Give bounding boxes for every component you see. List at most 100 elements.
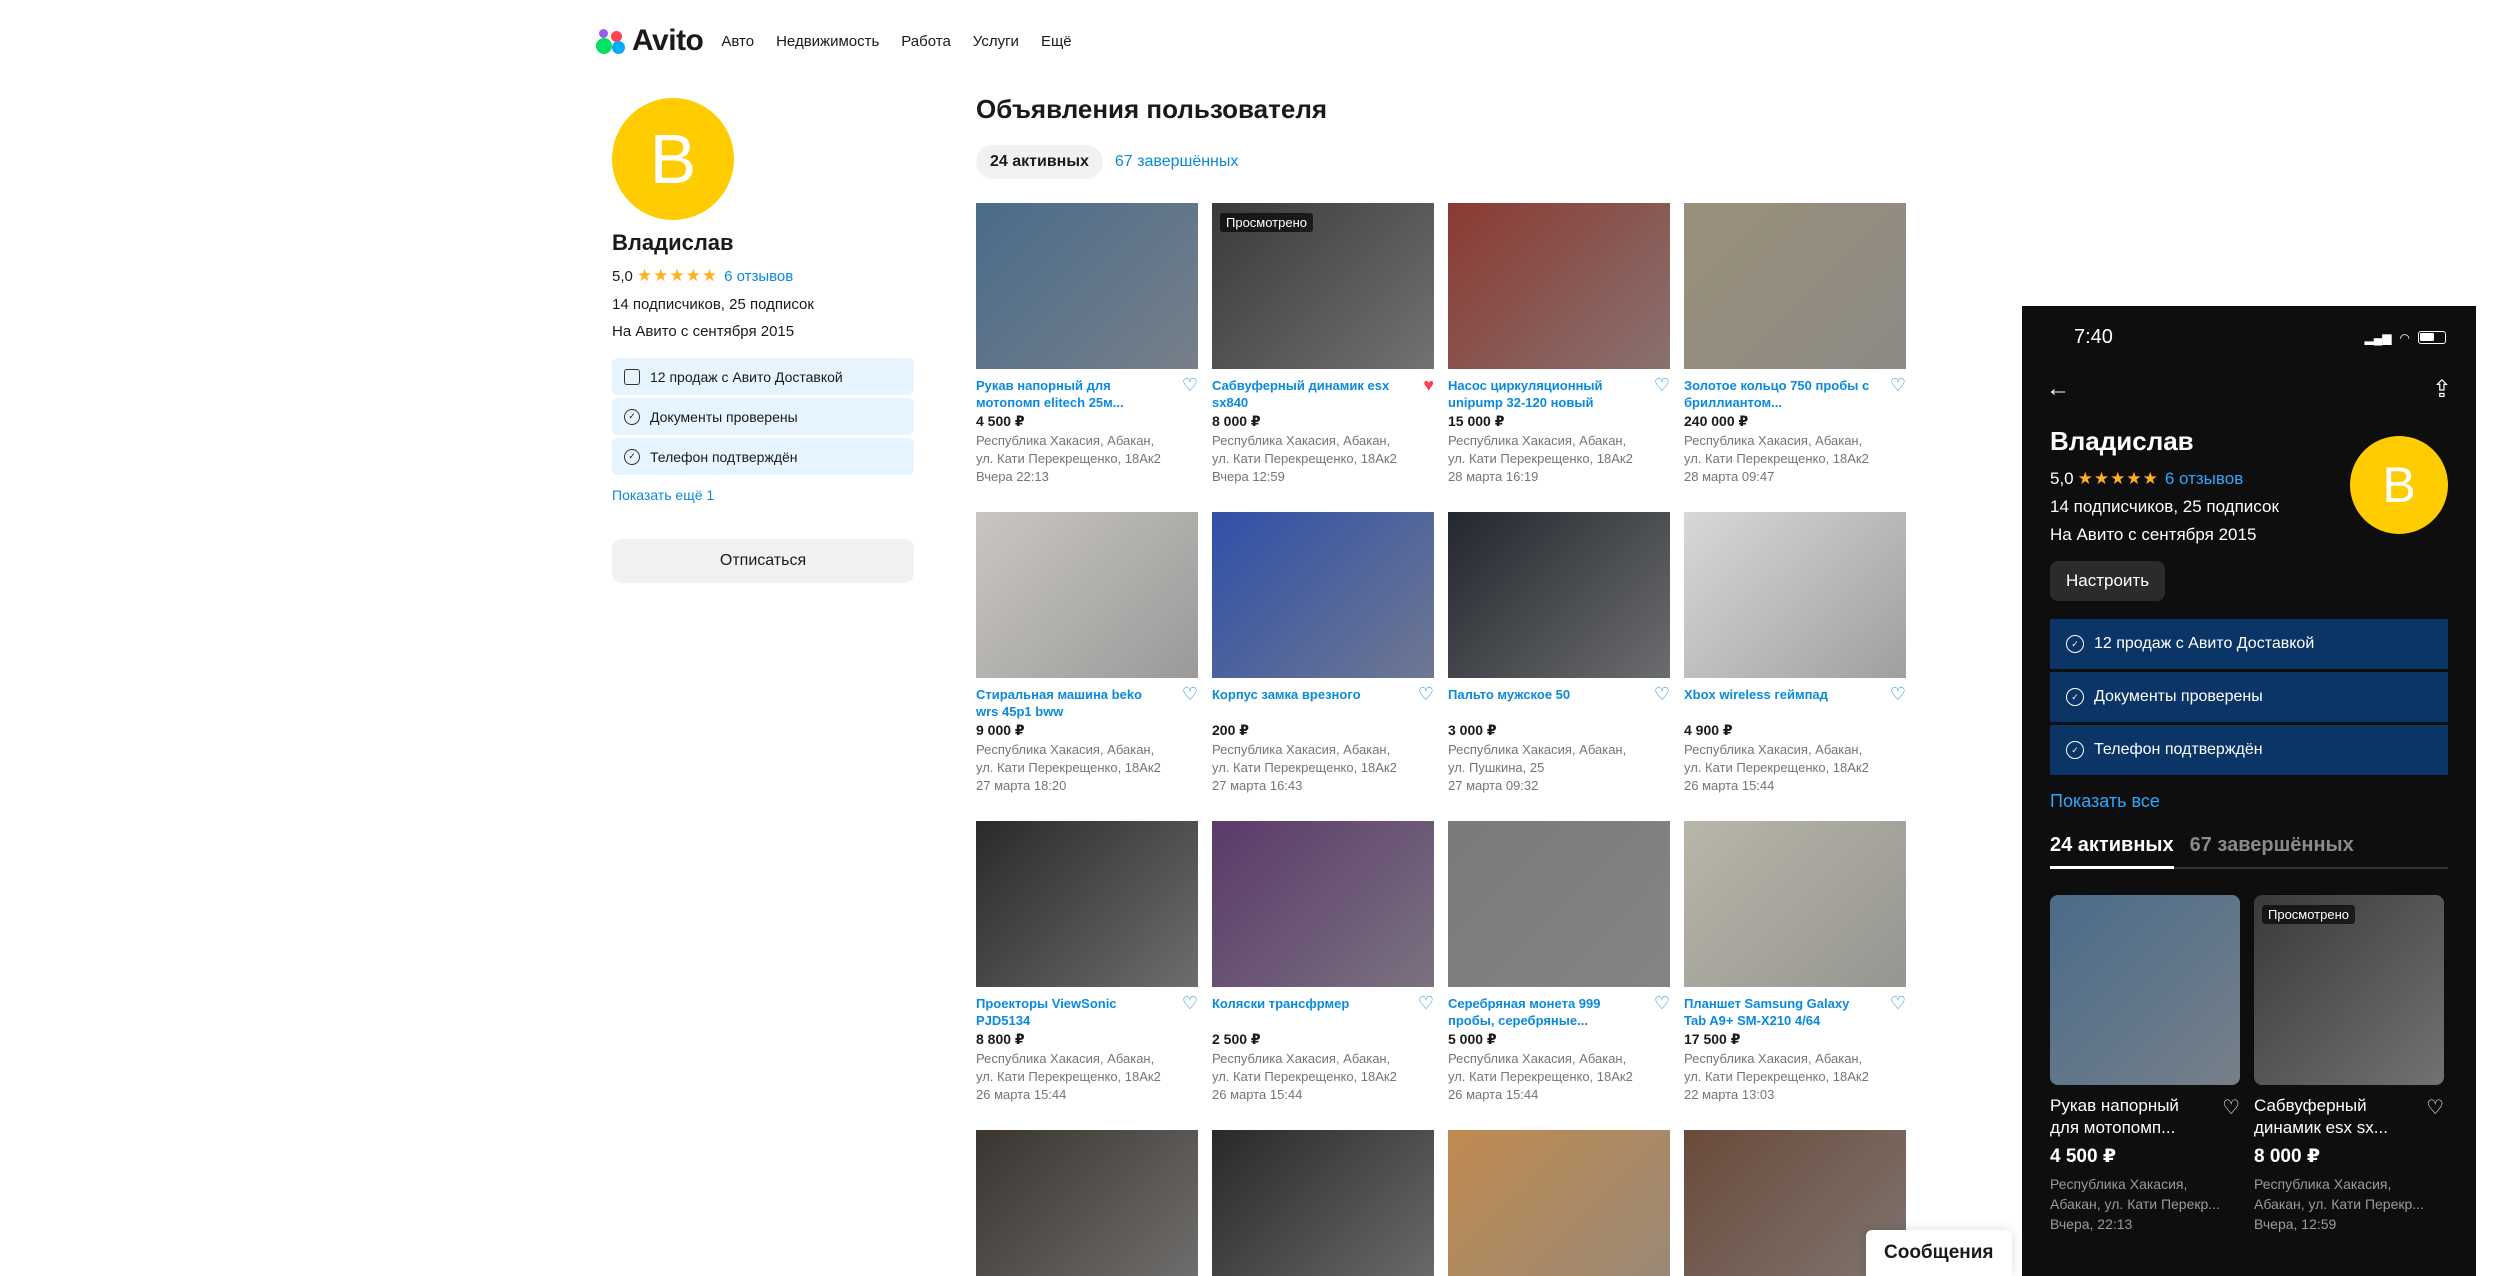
listing-photo[interactable]: [976, 203, 1198, 369]
tab-finished-listings[interactable]: 67 завершённых: [1115, 153, 1239, 171]
tab-active-listings[interactable]: 24 активных: [976, 145, 1103, 179]
listings-section: Объявления пользователя 24 активных 67 з…: [976, 94, 1906, 1276]
listing-card[interactable]: Планшет Samsung Galaxy Tab A9+ SM-X210 4…: [1684, 821, 1906, 1104]
favorite-heart-icon[interactable]: ♡: [1654, 994, 1670, 1029]
check-icon: ✓: [2066, 635, 2084, 653]
listing-title[interactable]: Стиральная машина beko wrs 45p1 bww: [976, 686, 1166, 720]
back-arrow-icon[interactable]: ←: [2046, 375, 2070, 404]
listing-photo[interactable]: [1212, 512, 1434, 678]
rating-stars-icon: ★★★★★: [2077, 469, 2159, 488]
listing-card[interactable]: Золотое кольцо 750 пробы с бриллиантом..…: [1684, 203, 1906, 486]
favorite-heart-icon[interactable]: ♡: [1182, 994, 1198, 1029]
show-more-link[interactable]: Показать ещё 1: [612, 487, 914, 503]
listing-title[interactable]: Сабвуферный динамик esx sx840: [1212, 377, 1402, 411]
favorite-heart-icon[interactable]: ♡: [1654, 685, 1670, 720]
listing-title[interactable]: Золотое кольцо 750 пробы с бриллиантом..…: [1684, 377, 1874, 411]
listing-photo[interactable]: [976, 821, 1198, 987]
favorite-heart-icon[interactable]: ♡: [2222, 1095, 2240, 1139]
status-icons: ▂▄▆ ◠: [2365, 326, 2446, 349]
listing-title[interactable]: Пальто мужское 50: [1448, 686, 1638, 720]
listing-address-street: ул. Кати Перекрещенко, 18Ак2: [1212, 451, 1397, 466]
favorite-heart-icon[interactable]: ♡: [1890, 994, 1906, 1029]
listing-title[interactable]: Коляски трансфрмер: [1212, 995, 1402, 1029]
listing-title[interactable]: Планшет Samsung Galaxy Tab A9+ SM-X210 4…: [1684, 995, 1874, 1029]
share-icon[interactable]: ⇪: [2432, 375, 2452, 404]
listing-title-row: Рукав напорный для мотопомп elitech 25м.…: [976, 376, 1198, 411]
mobile-listing-title[interactable]: Рукав напорный для мотопомп...: [2050, 1095, 2210, 1139]
nav-item-realty[interactable]: Недвижимость: [776, 33, 879, 50]
listing-photo[interactable]: [1684, 512, 1906, 678]
favorite-heart-icon[interactable]: ♡: [2426, 1095, 2444, 1139]
listing-title[interactable]: Проекторы ViewSonic PJD5134: [976, 995, 1166, 1029]
listing-title[interactable]: Насос циркуляционный unipump 32-120 новы…: [1448, 377, 1638, 411]
listing-title[interactable]: Рукав напорный для мотопомп elitech 25м.…: [976, 377, 1166, 411]
listing-card[interactable]: [1212, 1130, 1434, 1276]
unsubscribe-button[interactable]: Отписаться: [612, 539, 914, 583]
listing-card[interactable]: Насос циркуляционный unipump 32-120 новы…: [1448, 203, 1670, 486]
listing-title[interactable]: Серебряная монета 999 пробы, серебряные.…: [1448, 995, 1638, 1029]
mobile-reviews-link[interactable]: 6 отзывов: [2165, 469, 2243, 489]
listing-date: 26 марта 15:44: [1212, 1087, 1303, 1102]
mobile-listing-photo[interactable]: [2050, 895, 2240, 1085]
avito-logo[interactable]: Avito: [596, 24, 704, 58]
listing-photo[interactable]: [1212, 821, 1434, 987]
listing-photo[interactable]: [1448, 203, 1670, 369]
listing-photo[interactable]: [976, 512, 1198, 678]
listing-photo[interactable]: [1684, 821, 1906, 987]
listing-title-row: Xbox wireless геймпад ♡: [1684, 685, 1906, 720]
listing-card[interactable]: [976, 1130, 1198, 1276]
listing-address-street: ул. Пушкина, 25: [1448, 760, 1545, 775]
listing-card[interactable]: Проекторы ViewSonic PJD5134 ♡ 8 800 ₽ Респу…: [976, 821, 1198, 1104]
badge-label: 12 продаж с Авито Доставкой: [650, 368, 843, 385]
mobile-listing-title[interactable]: Сабвуферный динамик esx sx...: [2254, 1095, 2414, 1139]
listing-address: Республика Хакасия, Абакан,: [1212, 1051, 1391, 1066]
nav-item-more[interactable]: Ещё: [1041, 33, 1072, 50]
listing-card[interactable]: Просмотрено Сабвуферный динамик esx sx840…: [1212, 203, 1434, 486]
listing-date: 28 марта 16:19: [1448, 469, 1539, 484]
listing-card[interactable]: Xbox wireless геймпад ♡ 4 900 ₽ Республика …: [1684, 512, 1906, 795]
mobile-listing-photo[interactable]: Просмотрено: [2254, 895, 2444, 1085]
nav-item-auto[interactable]: Авто: [721, 33, 754, 50]
listing-photo[interactable]: [1212, 1130, 1434, 1276]
listing-card[interactable]: Пальто мужское 50 ♡ 3 000 ₽ Республика Хака…: [1448, 512, 1670, 795]
listing-photo[interactable]: [1448, 821, 1670, 987]
favorite-heart-icon[interactable]: ♡: [1182, 685, 1198, 720]
favorite-heart-icon[interactable]: ♡: [1654, 376, 1670, 411]
listing-date: 27 марта 09:32: [1448, 778, 1539, 793]
seen-badge: Просмотрено: [2262, 905, 2356, 924]
listing-card[interactable]: Серебряная монета 999 пробы, серебряные.…: [1448, 821, 1670, 1104]
nav-item-jobs[interactable]: Работа: [901, 33, 951, 50]
listing-photo[interactable]: [1684, 203, 1906, 369]
listing-photo[interactable]: [976, 1130, 1198, 1276]
listing-card[interactable]: Стиральная машина beko wrs 45p1 bww ♡ 9 00…: [976, 512, 1198, 795]
favorite-heart-icon[interactable]: ♥: [1423, 376, 1434, 411]
battery-icon: [2418, 331, 2446, 344]
nav-item-services[interactable]: Услуги: [973, 33, 1019, 50]
favorite-heart-icon[interactable]: ♡: [1890, 376, 1906, 411]
mobile-listing-card[interactable]: Рукав напорный для мотопомп... ♡ 4 500 ₽ Ре…: [2050, 895, 2240, 1234]
listing-photo[interactable]: [1448, 1130, 1670, 1276]
messages-button[interactable]: Сообщения: [1866, 1230, 2012, 1276]
favorite-heart-icon[interactable]: ♡: [1418, 994, 1434, 1029]
mobile-tab-finished[interactable]: 67 завершённых: [2190, 834, 2354, 857]
listing-card[interactable]: Рукав напорный для мотопомп elitech 25м.…: [976, 203, 1198, 486]
mobile-listing-card[interactable]: Просмотрено Сабвуферный динамик esx sx...…: [2254, 895, 2444, 1234]
favorite-heart-icon[interactable]: ♡: [1182, 376, 1198, 411]
listing-title[interactable]: Xbox wireless геймпад: [1684, 686, 1874, 720]
favorite-heart-icon[interactable]: ♡: [1418, 685, 1434, 720]
listing-photo[interactable]: Просмотрено: [1212, 203, 1434, 369]
badge-label: Документы проверены: [650, 408, 798, 425]
listing-date: 26 марта 15:44: [1448, 1087, 1539, 1102]
favorite-heart-icon[interactable]: ♡: [1890, 685, 1906, 720]
mobile-show-all-link[interactable]: Показать все: [2050, 791, 2476, 812]
mobile-tab-active[interactable]: 24 активных: [2050, 834, 2174, 869]
listing-card[interactable]: Коляски трансфрмер ♡ 2 500 ₽ Республика Хак…: [1212, 821, 1434, 1104]
listing-photo[interactable]: [1448, 512, 1670, 678]
listing-card[interactable]: [1448, 1130, 1670, 1276]
badge-label: Документы проверены: [2094, 688, 2263, 705]
badge-label: 12 продаж с Авито Доставкой: [2094, 635, 2315, 652]
listing-title[interactable]: Корпус замка врезного: [1212, 686, 1402, 720]
listing-card[interactable]: Корпус замка врезного ♡ 200 ₽ Республика Ха…: [1212, 512, 1434, 795]
reviews-link[interactable]: 6 отзывов: [724, 268, 793, 285]
configure-button[interactable]: Настроить: [2050, 561, 2166, 601]
